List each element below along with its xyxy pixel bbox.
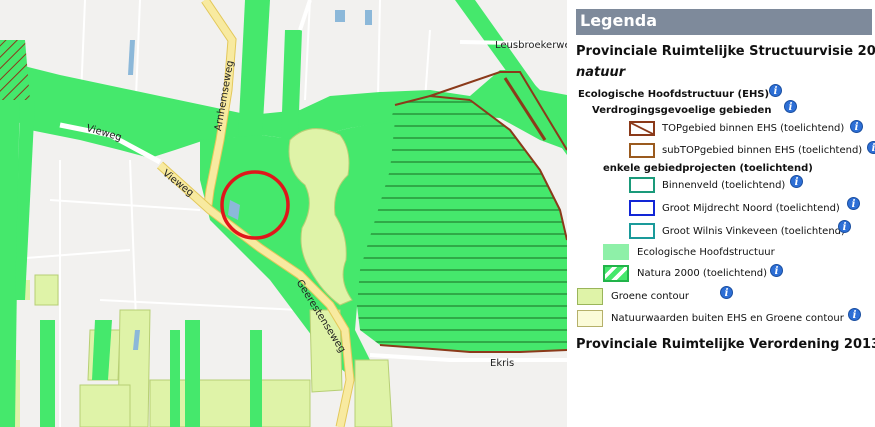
swatch-ehs	[603, 244, 629, 260]
legend-verdroging-label: Verdrogingsgevoelige gebieden	[592, 105, 772, 116]
info-icon[interactable]: i	[848, 308, 861, 321]
info-icon[interactable]: i	[769, 84, 782, 97]
info-icon[interactable]: i	[867, 141, 875, 154]
swatch-subtopgebied	[629, 143, 655, 158]
info-icon[interactable]: i	[790, 175, 803, 188]
groene-contour	[34, 274, 59, 306]
map-canvas	[0, 0, 567, 427]
legend-ehs-label: Ecologische Hoofdstructuur (EHS)	[578, 89, 770, 100]
legend-natuurwaarden-label: Natuurwaarden buiten EHS en Groene conto…	[611, 313, 844, 324]
ehs-strip-west	[0, 40, 30, 100]
legend-heading-structuurvisie: Provinciale Ruimtelijke Structuurvisie 2…	[576, 44, 875, 59]
ehs-strip-bottom	[185, 320, 200, 427]
ehs-strip-bottom	[250, 330, 262, 427]
swatch-groot-mijdrecht	[629, 200, 655, 216]
swatch-groene-contour	[577, 288, 603, 305]
legend-panel: Legenda Provinciale Ruimtelijke Structuu…	[567, 0, 875, 427]
info-icon[interactable]: i	[720, 286, 733, 299]
swatch-natuurwaarden	[577, 310, 603, 327]
road-label-ekris: Ekris	[490, 358, 515, 369]
legend-natura-label: Natura 2000 (toelichtend)	[637, 268, 768, 279]
legend-title: Legenda	[580, 11, 657, 30]
legend-wilnis-label: Groot Wilnis Vinkeveen (toelichtend)	[662, 226, 845, 237]
legend-subtop-label: subTOPgebied binnen EHS (toelichtend)	[662, 145, 863, 156]
legend-ecoh-label: Ecologische Hoofdstructuur	[637, 247, 775, 258]
info-icon[interactable]: i	[784, 100, 797, 113]
groene-contour	[354, 359, 393, 427]
legend-mijdrecht-label: Groot Mijdrecht Noord (toelichtend)	[662, 203, 840, 214]
ehs-strip-bottom	[40, 320, 55, 427]
legend-subheading-natuur: natuur	[576, 65, 626, 80]
swatch-binnenveld	[629, 177, 655, 193]
legend-groene-label: Groene contour	[611, 291, 690, 302]
road-ekris	[369, 353, 567, 362]
swatch-groot-wilnis	[629, 223, 655, 239]
map-view[interactable]: Arnhemseweg Vieweg Vieweg Geerestenseweg…	[0, 0, 567, 427]
road-label-leusbroekerweg: Leusbroekerweg	[495, 40, 567, 51]
info-icon[interactable]: i	[847, 197, 860, 210]
legend-binnenveld-label: Binnenveld (toelichtend)	[662, 180, 786, 191]
info-icon[interactable]: i	[850, 120, 863, 133]
swatch-natura-2000	[603, 265, 629, 282]
groene-contour	[79, 384, 131, 427]
legend-enkele-label: enkele gebiedprojecten (toelichtend)	[603, 163, 813, 174]
legend-heading-verordening: Provinciale Ruimtelijke Verordening 2013…	[576, 337, 875, 352]
swatch-topgebied	[629, 121, 655, 136]
info-icon[interactable]: i	[838, 220, 851, 233]
legend-top-label: TOPgebied binnen EHS (toelichtend)	[662, 123, 845, 134]
info-icon[interactable]: i	[770, 264, 783, 277]
ehs-strip-bottom	[170, 330, 180, 427]
